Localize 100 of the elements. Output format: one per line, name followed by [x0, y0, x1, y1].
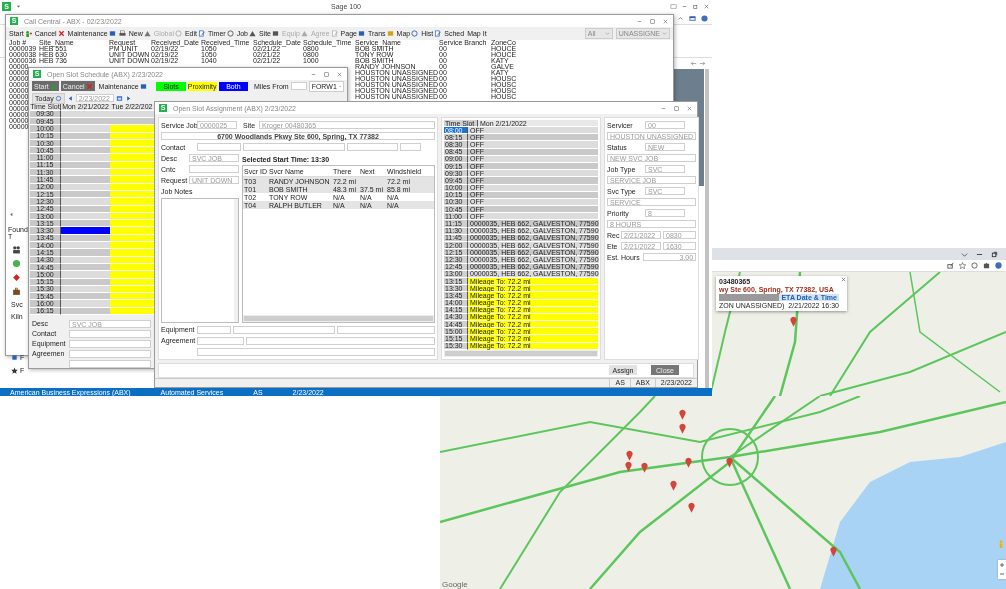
input-field[interactable]: [290, 82, 307, 91]
slot-cell[interactable]: [110, 263, 154, 272]
slot-cell[interactable]: [110, 242, 154, 250]
map-pin-icon[interactable]: [790, 316, 797, 327]
slot-cell[interactable]: [61, 249, 110, 257]
slot-cell[interactable]: [61, 242, 110, 250]
slot-cell[interactable]: [61, 234, 110, 243]
input-field[interactable]: [69, 329, 151, 338]
input-field[interactable]: [69, 359, 151, 368]
slot-cell[interactable]: [110, 220, 154, 228]
slot-cell[interactable]: [110, 169, 154, 177]
avatar-icon[interactable]: [701, 15, 708, 22]
maximize-icon[interactable]: [649, 17, 656, 25]
circle-icon[interactable]: [971, 262, 978, 269]
slot-cell[interactable]: [61, 227, 110, 235]
people-icon[interactable]: [12, 245, 21, 254]
slot-cell[interactable]: [61, 110, 110, 118]
close-icon[interactable]: [336, 70, 343, 78]
scroll-left-icon[interactable]: [8, 211, 15, 218]
panel-icon[interactable]: [689, 15, 696, 22]
close-icon[interactable]: [686, 104, 693, 112]
slot-cell[interactable]: [110, 161, 154, 170]
previous-arrow-icon[interactable]: [66, 94, 74, 102]
printer-icon[interactable]: [118, 30, 126, 37]
slot-cell[interactable]: [61, 169, 110, 177]
input-field[interactable]: [197, 336, 244, 345]
slot-cell[interactable]: [61, 263, 110, 272]
input-field[interactable]: [233, 325, 335, 334]
map-pin-icon[interactable]: [626, 450, 633, 461]
briefcase-icon[interactable]: [12, 287, 21, 296]
slot-cell[interactable]: [110, 183, 154, 191]
map-pin-icon[interactable]: [641, 462, 648, 473]
input-field[interactable]: [243, 143, 345, 151]
slot-cell[interactable]: [61, 161, 110, 170]
map-pin-icon[interactable]: [685, 457, 692, 468]
close-icon[interactable]: [703, 3, 710, 10]
input-field[interactable]: [69, 349, 151, 358]
slot-cell[interactable]: [61, 293, 110, 301]
slot-cell[interactable]: [61, 205, 110, 213]
slot-cell[interactable]: [110, 205, 154, 213]
input-field[interactable]: [189, 165, 239, 173]
map-pin-icon[interactable]: [830, 546, 837, 557]
slot-cell[interactable]: [61, 176, 110, 184]
back-arrow-icon[interactable]: [690, 60, 697, 67]
slot-cell[interactable]: [110, 198, 154, 206]
star-icon[interactable]: [959, 262, 966, 269]
slot-cell[interactable]: [110, 300, 154, 308]
maximize-icon[interactable]: [673, 104, 680, 112]
slot-cell[interactable]: [110, 234, 154, 243]
slot-cell[interactable]: [110, 212, 154, 221]
puzzle-icon[interactable]: [983, 262, 990, 269]
star-icon[interactable]: [11, 367, 18, 374]
maximize-icon[interactable]: [323, 70, 330, 78]
share-icon[interactable]: [947, 262, 954, 269]
scrollbar[interactable]: [444, 349, 598, 357]
slot-cell[interactable]: [61, 300, 110, 308]
slot-cell[interactable]: [110, 132, 154, 140]
slot-cell[interactable]: [61, 190, 110, 199]
chevron-up-icon[interactable]: [677, 15, 684, 22]
slot-cell[interactable]: [110, 147, 154, 155]
input-field[interactable]: [69, 339, 151, 348]
slot-cell[interactable]: [110, 110, 154, 118]
input-field[interactable]: [197, 325, 231, 334]
input-field[interactable]: [197, 143, 241, 151]
slot-cell[interactable]: [61, 118, 110, 126]
map-pin-icon[interactable]: [679, 409, 686, 420]
slot-cell[interactable]: [61, 147, 110, 155]
input-field[interactable]: [197, 347, 435, 356]
slot-cell[interactable]: [110, 190, 154, 199]
input-field[interactable]: [337, 325, 435, 334]
slot-cell[interactable]: [110, 256, 154, 264]
avatar-icon[interactable]: [995, 262, 1002, 269]
slot-cell[interactable]: [110, 278, 154, 286]
input-field[interactable]: [400, 143, 421, 151]
slot-cell[interactable]: [110, 154, 154, 162]
slot-cell[interactable]: [61, 307, 110, 315]
minimize-icon[interactable]: [681, 3, 688, 10]
slot-cell[interactable]: [110, 125, 154, 133]
map-pin-icon[interactable]: [670, 480, 677, 491]
slot-cell[interactable]: [61, 220, 110, 228]
close-icon[interactable]: [840, 277, 846, 282]
slot-cell[interactable]: [61, 256, 110, 264]
slot-cell[interactable]: [61, 278, 110, 286]
input-field[interactable]: [246, 336, 435, 345]
map-pin-icon[interactable]: [625, 461, 632, 472]
next-arrow-icon[interactable]: [124, 94, 132, 102]
slot-cell[interactable]: [110, 307, 154, 315]
slot-cell[interactable]: [110, 118, 154, 126]
slot-cell[interactable]: [61, 139, 110, 148]
slot-cell[interactable]: [61, 154, 110, 162]
slot-cell[interactable]: [61, 198, 110, 206]
slot-cell[interactable]: [110, 139, 154, 148]
map-pin-icon[interactable]: [679, 423, 686, 434]
chevron-down-icon[interactable]: [961, 250, 968, 258]
close-icon[interactable]: [662, 17, 669, 25]
restore-icon[interactable]: [991, 250, 998, 258]
slot-cell[interactable]: [110, 227, 154, 235]
zoom-in-icon[interactable]: [999, 562, 1005, 568]
slot-cell[interactable]: [110, 249, 154, 257]
zoom-out-icon[interactable]: [999, 571, 1005, 577]
